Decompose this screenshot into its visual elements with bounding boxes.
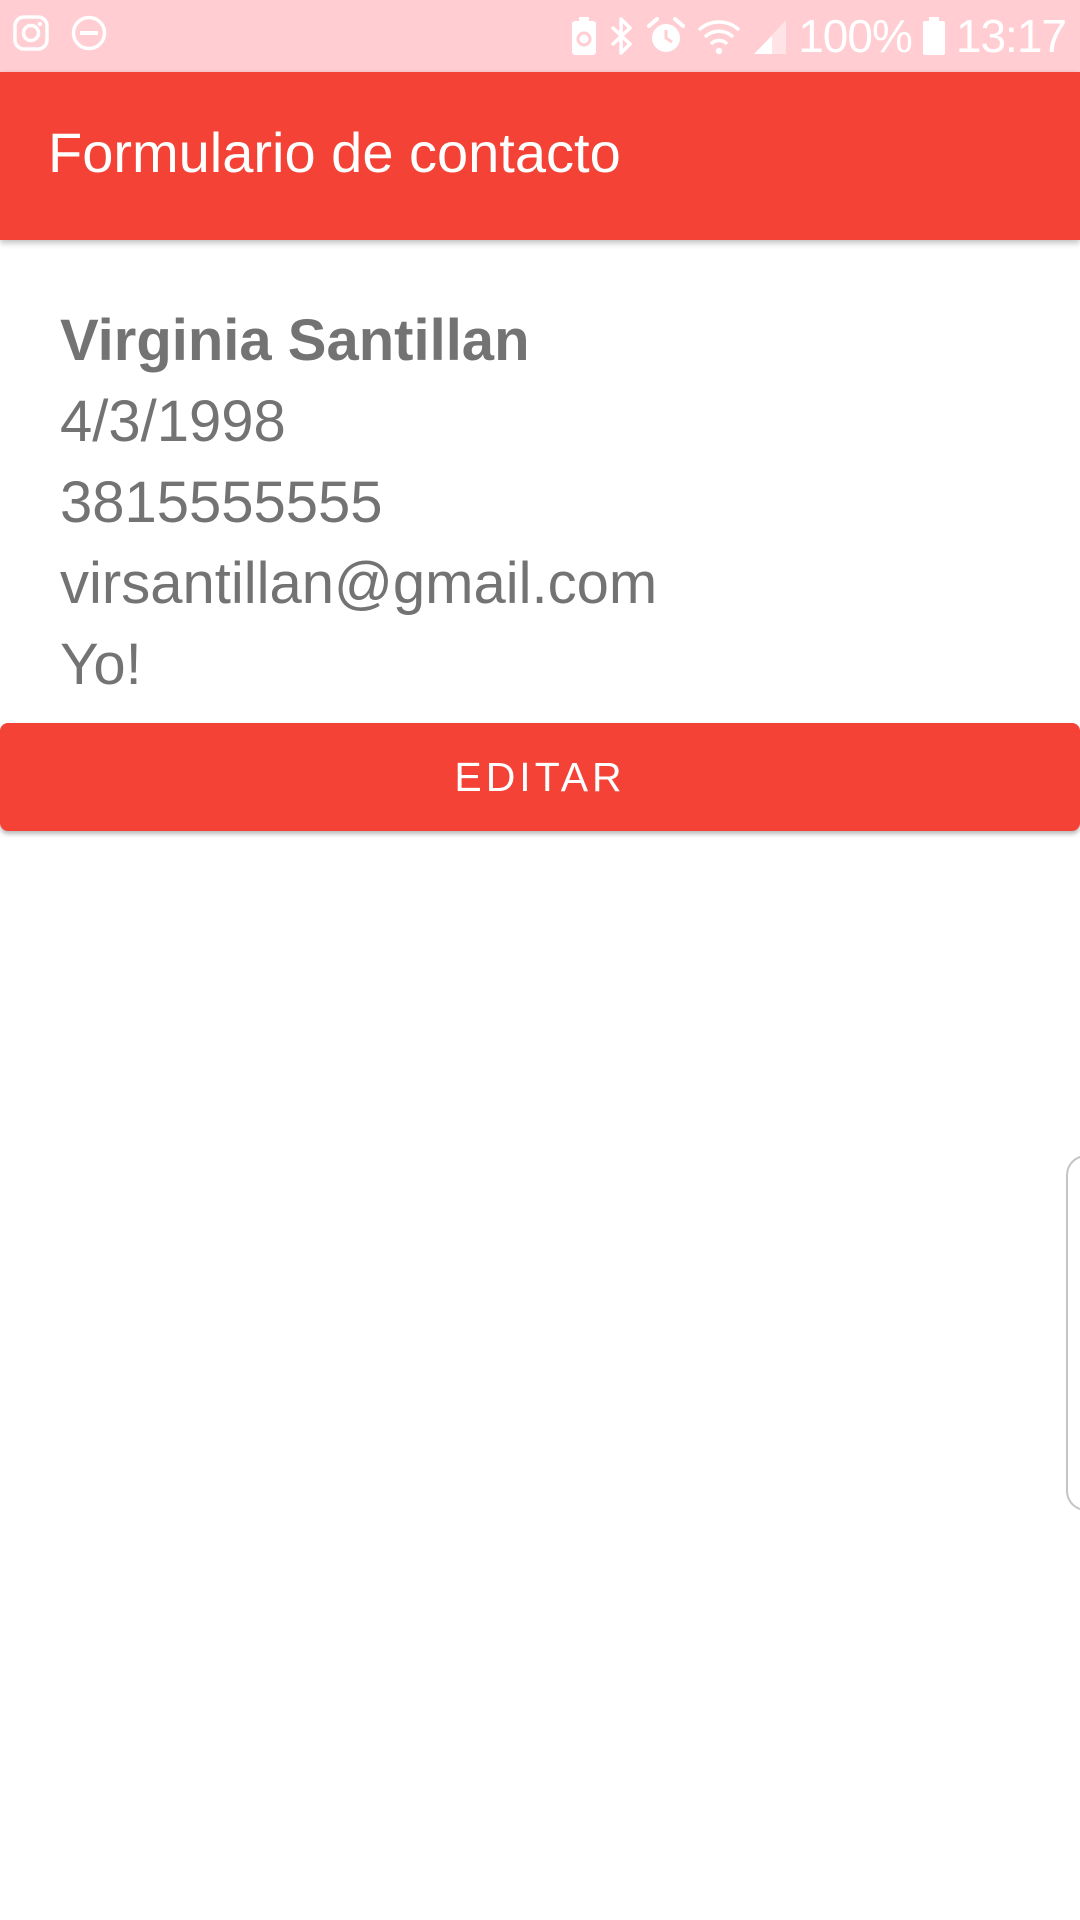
status-right: 100% 13:17: [570, 8, 1067, 64]
signal-icon: [754, 20, 787, 54]
contact-birthdate: 4/3/1998: [60, 389, 286, 454]
instagram-icon: [13, 15, 49, 51]
edge-panel-handle[interactable]: [1066, 1155, 1080, 1511]
contact-details: Virginia Santillan 4/3/1998 3815555555 v…: [60, 300, 657, 705]
bluetooth-icon: [611, 17, 632, 55]
contact-email: virsantillan@gmail.com: [60, 551, 658, 616]
do-not-disturb-icon: [71, 15, 107, 51]
clock: 13:17: [955, 10, 1067, 62]
edit-button[interactable]: EDITAR: [0, 723, 1080, 831]
status-bar: 100% 13:17: [0, 0, 1080, 72]
status-left-icons: [12, 14, 108, 52]
page-title: Formulario de contacto: [48, 121, 621, 184]
app-bar: Formulario de contacto: [0, 72, 1080, 240]
contact-name: Virginia Santillan: [60, 308, 530, 373]
alarm-icon: [647, 17, 686, 52]
wifi-icon: [698, 20, 741, 55]
battery-saver-icon: [572, 17, 597, 55]
battery-percent: 100%: [798, 10, 913, 62]
contact-description: Yo!: [60, 632, 142, 697]
contact-phone: 3815555555: [60, 470, 383, 535]
battery-icon: [922, 17, 945, 55]
